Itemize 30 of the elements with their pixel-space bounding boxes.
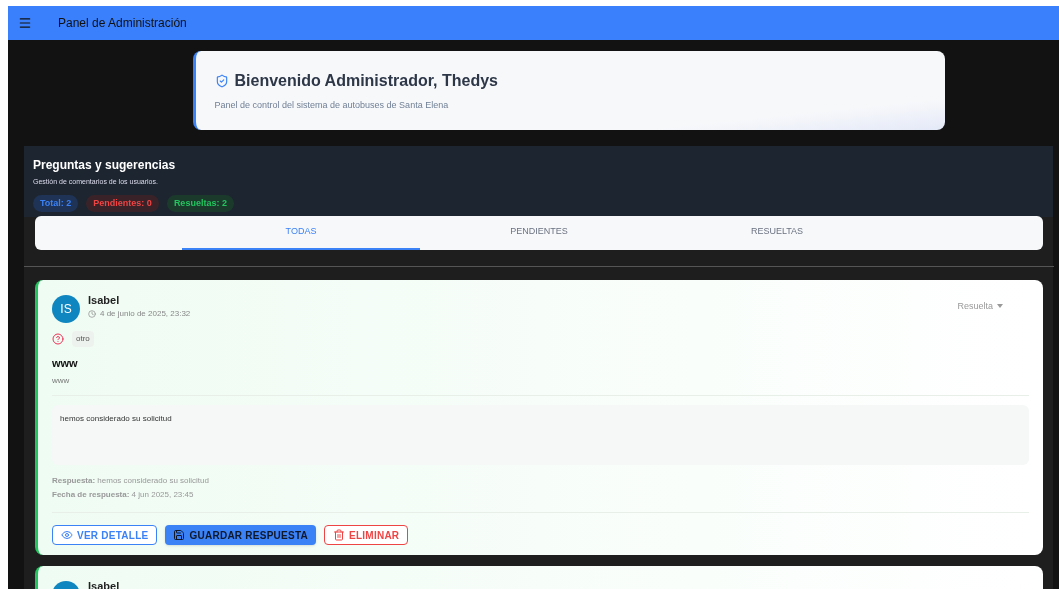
question-body: www: [52, 375, 71, 387]
reply-summary: Respuesta: hemos considerado su solicitud: [52, 476, 210, 486]
avatar: IS: [52, 294, 80, 323]
clock-icon: [88, 310, 96, 318]
menu-icon[interactable]: [18, 16, 32, 30]
reply-date: Fecha de respuesta: 4 jun 2025, 23:45: [52, 490, 195, 500]
filter-tab[interactable]: PENDIENTES: [420, 215, 658, 250]
question-title: www: [52, 355, 79, 371]
caret-icon: [997, 304, 1003, 309]
save-button[interactable]: GUARDAR RESPUESTA: [165, 525, 316, 545]
app-title: Panel de Administración: [58, 15, 187, 32]
question-date: 4 de junio de 2025, 23:32: [100, 308, 191, 320]
section-title: Preguntas y sugerencias: [33, 157, 177, 174]
counter-chip: Resueltas: 2: [166, 194, 234, 212]
eye-icon: [61, 529, 73, 541]
status-dropdown[interactable]: Resuelta: [957, 299, 1003, 313]
category-tag: otro: [72, 330, 94, 347]
reply-field[interactable]: hemos considerado su solicitud: [52, 405, 1029, 465]
counter-chip: Pendientes: 0: [86, 194, 159, 212]
welcome-title: Bienvenido Administrador, Thedys: [234, 71, 498, 91]
author-name: Isabel: [88, 292, 121, 308]
trash-icon: [333, 529, 345, 541]
delete-button[interactable]: ELIMINAR: [324, 525, 409, 545]
filter-tab[interactable]: TODAS: [182, 215, 420, 250]
welcome-subtitle: Panel de control del sistema de autobuses de Santa Elena: [214, 99, 450, 112]
filter-tab[interactable]: RESUELTAS: [658, 215, 896, 250]
counter-chip: Total: 2: [33, 194, 79, 212]
question-mark-icon: [52, 332, 64, 345]
shield-check-icon: [214, 74, 229, 88]
view-button[interactable]: VER DETALLE: [52, 525, 158, 545]
